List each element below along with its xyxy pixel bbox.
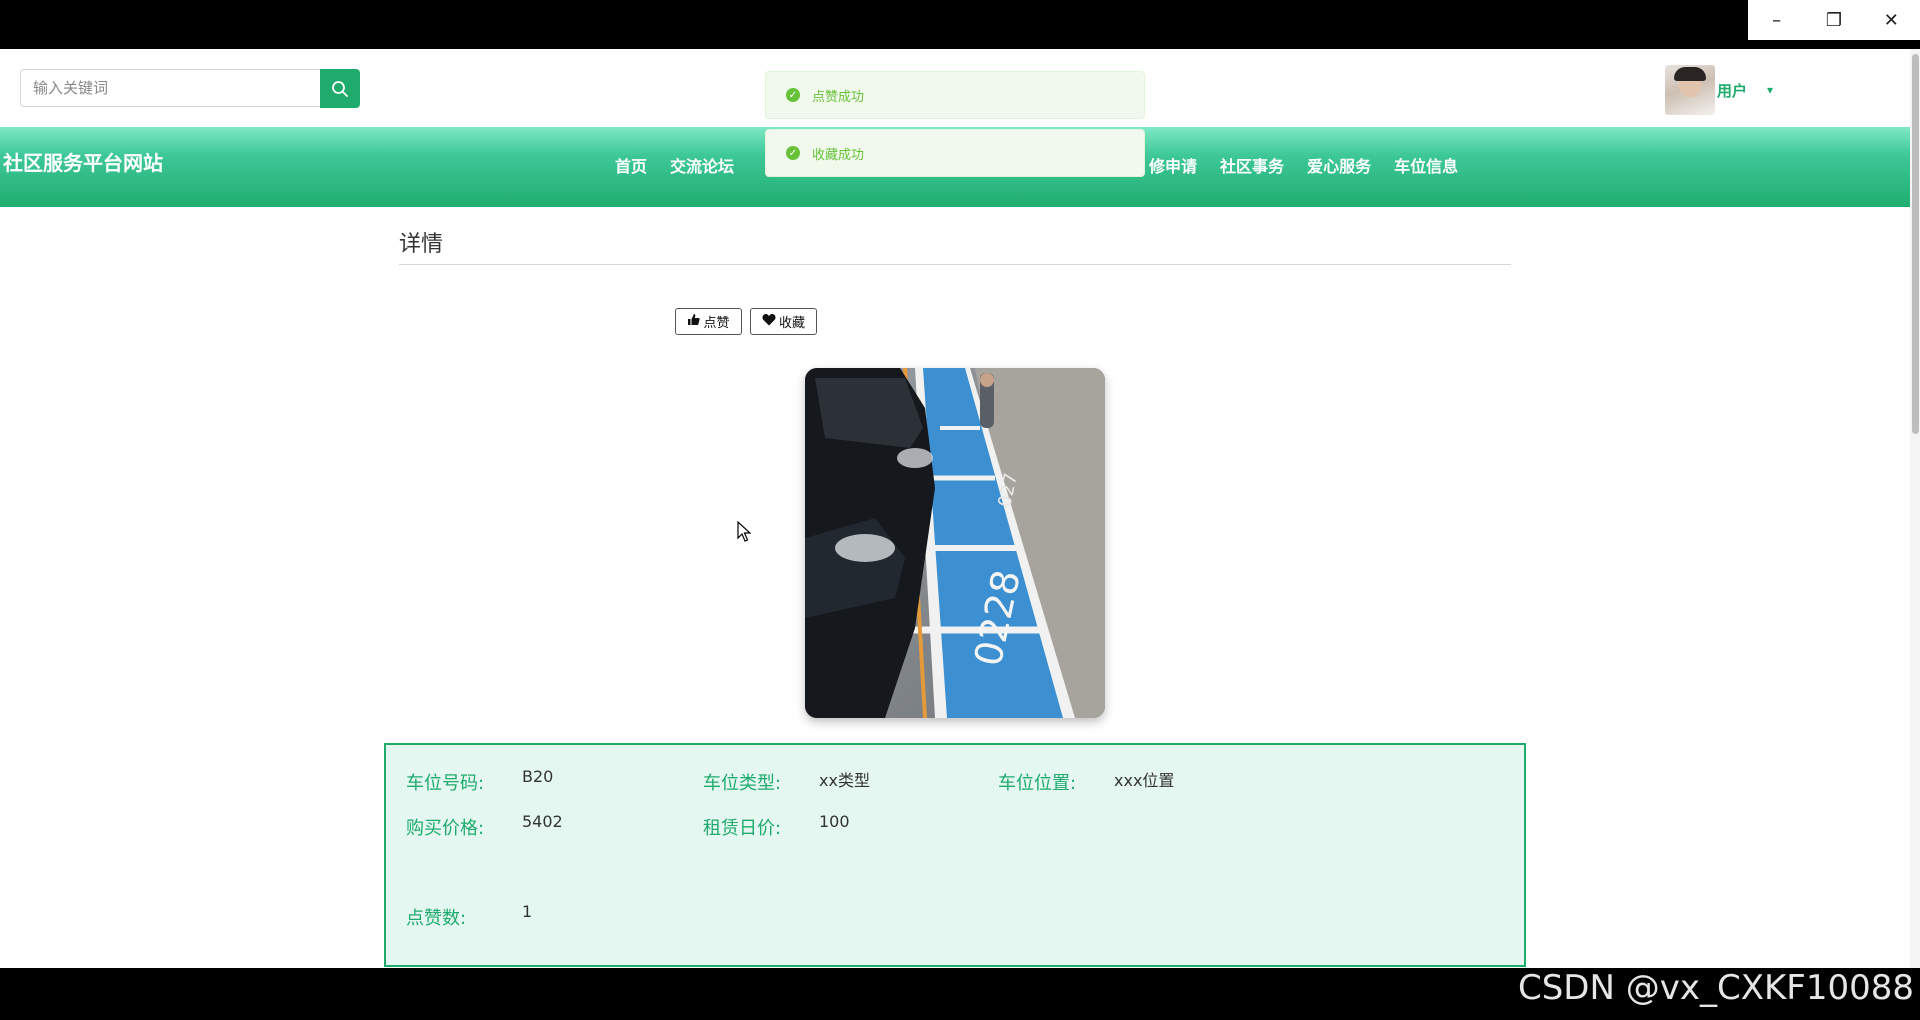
- field-label-daily-rent: 租赁日价:: [703, 818, 782, 839]
- site-title: 社区服务平台网站: [3, 151, 163, 175]
- minimize-button[interactable]: –: [1748, 0, 1805, 40]
- user-menu[interactable]: 用户 ▾: [1665, 65, 1773, 115]
- nav-item-community-affairs[interactable]: 社区事务: [1220, 153, 1284, 177]
- thumbs-up-icon: [687, 313, 701, 330]
- field-value-space-location: xxx位置: [1114, 771, 1175, 790]
- field-label-purchase-price: 购买价格:: [406, 818, 485, 839]
- search-button[interactable]: [320, 69, 360, 108]
- mouse-cursor-icon: [737, 521, 751, 542]
- search-icon: [332, 80, 348, 97]
- avatar: [1665, 65, 1715, 115]
- check-circle-icon: ✓: [786, 88, 800, 102]
- page-scrollbar[interactable]: [1910, 49, 1920, 968]
- check-circle-icon: ✓: [786, 146, 800, 160]
- nav-item-charity[interactable]: 爱心服务: [1307, 153, 1371, 177]
- toast-message: 收藏成功: [812, 147, 865, 163]
- page-title: 详情: [399, 232, 444, 257]
- nav-item-repair[interactable]: 修申请: [1149, 153, 1197, 177]
- window-controls: – ❐ ✕: [1748, 0, 1920, 40]
- field-value-purchase-price: 5402: [522, 812, 563, 831]
- field-value-space-number: B20: [522, 767, 554, 786]
- search-input[interactable]: [20, 69, 320, 107]
- watermark-text: CSDN @vx_CXKF10088: [1517, 968, 1914, 1008]
- nav-item-parking[interactable]: 车位信息: [1394, 153, 1458, 177]
- caret-down-icon: ▾: [1767, 83, 1774, 97]
- heart-icon: [762, 313, 776, 330]
- like-button[interactable]: 点赞: [675, 308, 742, 335]
- toast-message: 点赞成功: [812, 89, 865, 105]
- parking-info-panel: 车位号码: B20 车位类型: xx类型 车位位置: xxx位置 购买价格: 5…: [384, 743, 1526, 967]
- scrollbar-thumb[interactable]: [1912, 54, 1919, 434]
- window-titlebar: – ❐ ✕: [0, 0, 1920, 49]
- field-label-space-location: 车位位置:: [998, 773, 1077, 794]
- favorite-button[interactable]: 收藏: [750, 308, 817, 335]
- restore-button[interactable]: ❐: [1805, 0, 1862, 40]
- title-divider: [399, 264, 1511, 265]
- parking-space-photo: 0228 027: [805, 368, 1105, 718]
- toast-like-success: ✓ 点赞成功: [765, 71, 1145, 119]
- field-value-space-type: xx类型: [819, 771, 870, 790]
- close-button[interactable]: ✕: [1863, 0, 1920, 40]
- toast-favorite-success: ✓ 收藏成功: [765, 129, 1145, 177]
- like-label: 点赞: [703, 316, 730, 331]
- field-label-space-type: 车位类型:: [703, 773, 782, 794]
- field-label-space-number: 车位号码:: [406, 773, 485, 794]
- user-name: 用户: [1717, 81, 1748, 100]
- field-value-like-count: 1: [522, 902, 533, 921]
- field-value-daily-rent: 100: [819, 812, 850, 831]
- parking-photo-illustration: 0228 027: [805, 368, 1105, 718]
- nav-item-forum[interactable]: 交流论坛: [670, 153, 734, 177]
- nav-item-home[interactable]: 首页: [615, 153, 647, 177]
- field-label-like-count: 点赞数:: [406, 908, 467, 929]
- favorite-label: 收藏: [778, 316, 805, 331]
